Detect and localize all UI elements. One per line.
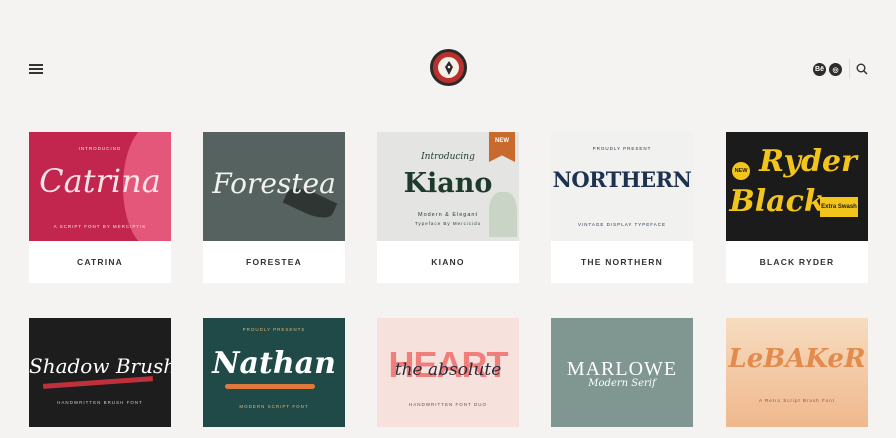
font-thumbnail: PROUDLY PRESENTS Nathan MODERN SCRIPT FO… xyxy=(203,318,345,427)
font-card-shadow-brush[interactable]: Shadow Brush HANDWRITTEN BRUSH FONT xyxy=(29,318,171,427)
font-card-label[interactable]: BLACK RYDER xyxy=(726,241,868,283)
header-divider xyxy=(849,59,850,79)
font-card-marlowe[interactable]: MARLOWE Modern Serif xyxy=(551,318,693,427)
thumb-intro-text: Introducing xyxy=(421,152,475,162)
thumb-subtitle: Modern & Elegant xyxy=(417,212,479,218)
font-thumbnail: LeBAKeR A Retro Script Brush Font xyxy=(726,318,868,427)
font-card-the-absolute[interactable]: HEART the absolute HANDWRITTEN FONT DUO xyxy=(377,318,519,427)
font-card-label[interactable]: THE NORTHERN xyxy=(551,241,693,283)
thumb-title: Kiano xyxy=(403,168,493,199)
thumb-title: LeBAKeR xyxy=(728,344,866,374)
thumb-title: Catrina xyxy=(39,162,161,200)
thumb-caption: A Retro Script Brush Font xyxy=(758,398,836,403)
dribbble-icon[interactable]: ◎ xyxy=(829,63,842,76)
thumb-caption: HANDWRITTEN FONT DUO xyxy=(409,402,487,407)
font-card-label[interactable]: CATRINA xyxy=(29,241,171,283)
site-header: Bē ◎ xyxy=(0,0,896,130)
thumb-subtitle: Modern Serif xyxy=(588,378,656,389)
search-icon[interactable] xyxy=(856,63,868,75)
underline-swash xyxy=(225,384,315,389)
menu-line xyxy=(29,64,43,66)
font-thumbnail: Forestea xyxy=(203,132,345,241)
thumb-title: Nathan xyxy=(212,346,336,381)
font-thumbnail: MARLOWE Modern Serif xyxy=(551,318,693,427)
brush-stroke-decoration xyxy=(42,376,154,389)
font-thumbnail: NEW Introducing Kiano Modern & Elegant T… xyxy=(377,132,519,241)
menu-line xyxy=(29,72,43,74)
thumb-caption: MODERN SCRIPT FONT xyxy=(239,404,309,409)
thumb-caption: Typeface By Mercicido xyxy=(414,221,482,226)
font-thumbnail: INTRODUCING Catrina A SCRIPT FONT BY MER… xyxy=(29,132,171,241)
extra-swash-tag: Extra Swash xyxy=(820,197,858,217)
thumb-title: NORTHERN xyxy=(552,167,692,192)
thumb-title: the absolute xyxy=(394,360,502,380)
pen-nib-logo-icon[interactable] xyxy=(430,49,467,86)
menu-line xyxy=(29,68,43,70)
thumb-title: Ryder xyxy=(759,144,857,179)
font-card-lebaker[interactable]: LeBAKeR A Retro Script Brush Font xyxy=(726,318,868,427)
font-thumbnail: Shadow Brush HANDWRITTEN BRUSH FONT xyxy=(29,318,171,427)
thumb-intro-text: PROUDLY PRESENT xyxy=(592,146,652,151)
thumb-title: Shadow Brush xyxy=(29,354,171,378)
behance-icon[interactable]: Bē xyxy=(813,63,826,76)
hamburger-menu-icon[interactable] xyxy=(29,63,43,75)
font-card-black-ryder[interactable]: NEW Ryder Black Extra Swash BLACK RYDER xyxy=(726,132,868,283)
font-card-label[interactable]: KIANO xyxy=(377,241,519,283)
font-card-catrina[interactable]: INTRODUCING Catrina A SCRIPT FONT BY MER… xyxy=(29,132,171,283)
thumb-caption: HANDWRITTEN BRUSH FONT xyxy=(57,400,143,405)
font-thumbnail: HEART the absolute HANDWRITTEN FONT DUO xyxy=(377,318,519,427)
font-thumbnail: PROUDLY PRESENT NORTHERN VINTAGE DISPLAY… xyxy=(551,132,693,241)
thumb-intro-text: PROUDLY PRESENTS xyxy=(242,327,306,332)
font-thumbnail: NEW Ryder Black Extra Swash xyxy=(726,132,868,241)
font-card-the-northern[interactable]: PROUDLY PRESENT NORTHERN VINTAGE DISPLAY… xyxy=(551,132,693,283)
font-card-label[interactable]: FORESTEA xyxy=(203,241,345,283)
thumb-title: Forestea xyxy=(212,167,336,200)
font-card-nathan[interactable]: PROUDLY PRESENTS Nathan MODERN SCRIPT FO… xyxy=(203,318,345,427)
thumb-intro-text: INTRODUCING xyxy=(78,146,122,151)
logo-inner xyxy=(438,57,459,78)
pen-nib-icon xyxy=(444,60,453,75)
thumb-caption: VINTAGE DISPLAY TYPEFACE xyxy=(578,222,666,227)
thumb-caption: A SCRIPT FONT BY MERCIPTIK xyxy=(53,224,147,229)
font-card-forestea[interactable]: Forestea FORESTEA xyxy=(203,132,345,283)
font-card-kiano[interactable]: NEW Introducing Kiano Modern & Elegant T… xyxy=(377,132,519,283)
